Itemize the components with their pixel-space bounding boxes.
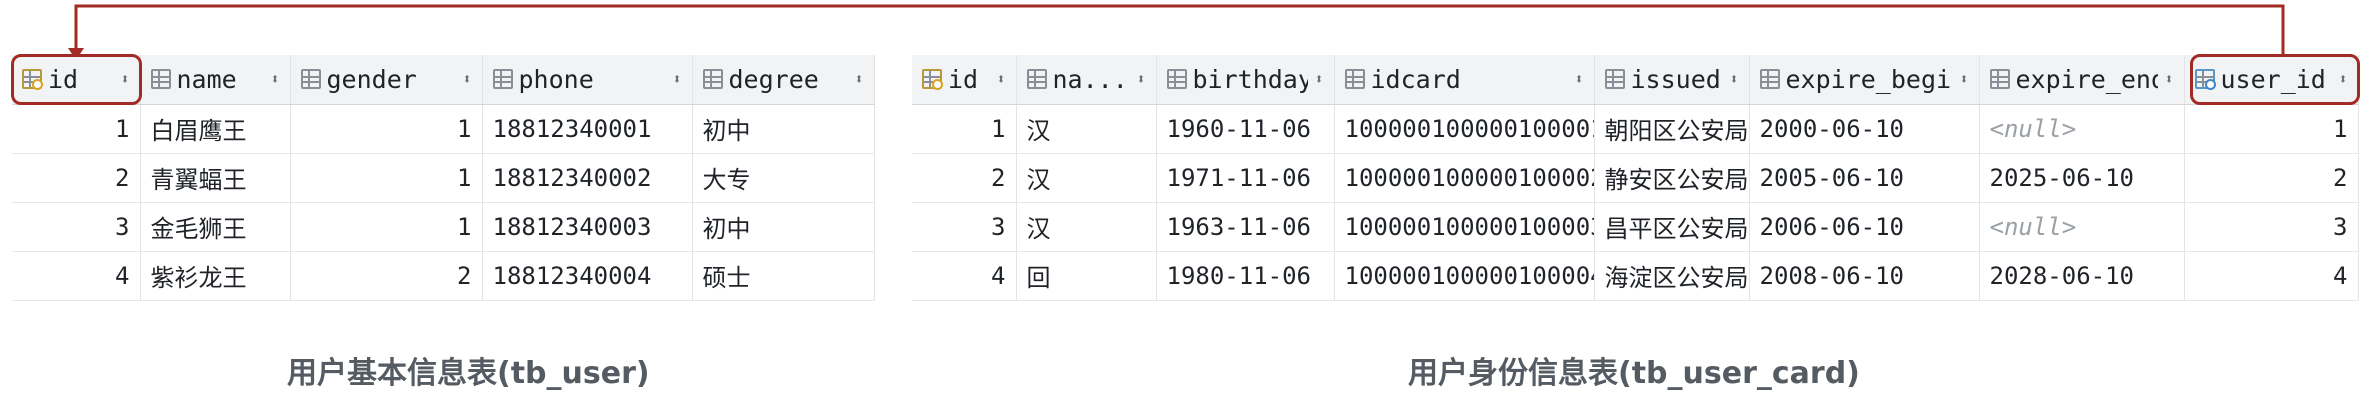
column-icon (1344, 69, 1365, 90)
cell-id[interactable]: 4 (912, 251, 1017, 301)
sort-icon[interactable]: ⬍ (1959, 70, 1968, 88)
column-icon (1989, 69, 2010, 90)
cell-issued[interactable]: 朝阳区公安局 (1594, 104, 1750, 154)
col-header-name[interactable]: name ⬍ (140, 55, 291, 105)
cell-name[interactable]: 金毛狮王 (140, 202, 291, 252)
col-header-phone[interactable]: phone ⬍ (482, 55, 693, 105)
cell-id[interactable]: 3 (12, 202, 141, 252)
sort-icon[interactable]: ⬍ (2164, 70, 2173, 88)
primary-key-highlight (11, 54, 142, 105)
cell-birthday[interactable]: 1980-11-06 (1156, 251, 1335, 301)
col-header-gender[interactable]: gender ⬍ (290, 55, 483, 105)
tb-user-card-grid: id ⬍ na... ⬍ birthday ⬍ idcard ⬍ issued ⬍ exp… (912, 55, 2359, 301)
sort-icon[interactable]: ⬍ (854, 70, 863, 88)
cell-nation[interactable]: 汉 (1016, 202, 1157, 252)
col-header-idcard[interactable]: idcard ⬍ (1334, 55, 1595, 105)
tb-user-caption: 用户基本信息表(tb_user) (287, 356, 650, 391)
cell-expire-end[interactable]: <null> (1979, 202, 2185, 252)
cell-birthday[interactable]: 1960-11-06 (1156, 104, 1335, 154)
cell-user-id[interactable]: 1 (2184, 104, 2359, 154)
sort-icon[interactable]: ⬍ (1314, 70, 1323, 88)
cell-degree[interactable]: 硕士 (692, 251, 875, 301)
cell-expire-begin[interactable]: 2008-06-10 (1749, 251, 1980, 301)
sort-icon[interactable]: ⬍ (462, 70, 471, 88)
table-row[interactable]: 1 白眉鹰王 1 18812340001 初中 (12, 104, 875, 154)
cell-degree[interactable]: 初中 (692, 202, 875, 252)
cell-name[interactable]: 白眉鹰王 (140, 104, 291, 154)
col-header-issued[interactable]: issued ⬍ (1594, 55, 1750, 105)
column-icon (1604, 69, 1625, 90)
sort-icon[interactable]: ⬍ (996, 70, 1005, 88)
col-header-birthday[interactable]: birthday ⬍ (1156, 55, 1335, 105)
cell-gender[interactable]: 1 (290, 202, 483, 252)
cell-id[interactable]: 3 (912, 202, 1017, 252)
cell-user-id[interactable]: 3 (2184, 202, 2359, 252)
cell-nation[interactable]: 汉 (1016, 153, 1157, 203)
cell-phone[interactable]: 18812340001 (482, 104, 693, 154)
cell-id[interactable]: 4 (12, 251, 141, 301)
header-row: id ⬍ na... ⬍ birthday ⬍ idcard ⬍ issued ⬍ exp… (912, 55, 2359, 105)
cell-degree[interactable]: 初中 (692, 104, 875, 154)
column-icon (702, 69, 723, 90)
cell-birthday[interactable]: 1971-11-06 (1156, 153, 1335, 203)
cell-idcard[interactable]: 100000100000100003 (1334, 202, 1595, 252)
cell-name[interactable]: 青翼蝠王 (140, 153, 291, 203)
cell-birthday[interactable]: 1963-11-06 (1156, 202, 1335, 252)
column-icon (150, 69, 171, 90)
cell-expire-end[interactable]: 2028-06-10 (1979, 251, 2185, 301)
column-icon (492, 69, 513, 90)
cell-issued[interactable]: 昌平区公安局 (1594, 202, 1750, 252)
sort-icon[interactable]: ⬍ (672, 70, 681, 88)
cell-gender[interactable]: 1 (290, 153, 483, 203)
col-header-expire-end[interactable]: expire_end ⬍ (1979, 55, 2185, 105)
cell-id[interactable]: 2 (912, 153, 1017, 203)
cell-expire-end[interactable]: <null> (1979, 104, 2185, 154)
cell-phone[interactable]: 18812340003 (482, 202, 693, 252)
table-row[interactable]: 1 汉 1960-11-06 100000100000100001 朝阳区公安局… (912, 104, 2359, 154)
col-header-nation[interactable]: na... ⬍ (1016, 55, 1157, 105)
col-header-expire-begin[interactable]: expire_begin ⬍ (1749, 55, 1980, 105)
table-row[interactable]: 4 回 1980-11-06 100000100000100004 海淀区公安局… (912, 251, 2359, 301)
cell-expire-begin[interactable]: 2000-06-10 (1749, 104, 1980, 154)
cell-idcard[interactable]: 100000100000100004 (1334, 251, 1595, 301)
table-row[interactable]: 3 汉 1963-11-06 100000100000100003 昌平区公安局… (912, 202, 2359, 252)
sort-icon[interactable]: ⬍ (1574, 70, 1583, 88)
cell-idcard[interactable]: 100000100000100001 (1334, 104, 1595, 154)
table-row[interactable]: 4 紫衫龙王 2 18812340004 硕士 (12, 251, 875, 301)
cell-phone[interactable]: 18812340002 (482, 153, 693, 203)
cell-id[interactable]: 1 (12, 104, 141, 154)
cell-idcard[interactable]: 100000100000100002 (1334, 153, 1595, 203)
cell-gender[interactable]: 1 (290, 104, 483, 154)
primary-key-icon (922, 69, 943, 91)
column-icon (1026, 69, 1047, 90)
sort-icon[interactable]: ⬍ (270, 70, 279, 88)
cell-nation[interactable]: 回 (1016, 251, 1157, 301)
cell-nation[interactable]: 汉 (1016, 104, 1157, 154)
table-row[interactable]: 2 汉 1971-11-06 100000100000100002 静安区公安局… (912, 153, 2359, 203)
cell-issued[interactable]: 静安区公安局 (1594, 153, 1750, 203)
cell-id[interactable]: 1 (912, 104, 1017, 154)
column-icon (1759, 69, 1780, 90)
col-header-degree[interactable]: degree ⬍ (692, 55, 875, 105)
col-header-id[interactable]: id ⬍ (912, 55, 1017, 105)
cell-expire-begin[interactable]: 2005-06-10 (1749, 153, 1980, 203)
foreign-key-highlight (2190, 54, 2360, 105)
cell-degree[interactable]: 大专 (692, 153, 875, 203)
cell-gender[interactable]: 2 (290, 251, 483, 301)
tb-user-card-caption: 用户身份信息表(tb_user_card) (1408, 356, 1860, 391)
cell-id[interactable]: 2 (12, 153, 141, 203)
column-icon (300, 69, 321, 90)
cell-user-id[interactable]: 4 (2184, 251, 2359, 301)
sort-icon[interactable]: ⬍ (1729, 70, 1738, 88)
cell-name[interactable]: 紫衫龙王 (140, 251, 291, 301)
table-row[interactable]: 2 青翼蝠王 1 18812340002 大专 (12, 153, 875, 203)
table-row[interactable]: 3 金毛狮王 1 18812340003 初中 (12, 202, 875, 252)
column-icon (1166, 69, 1187, 90)
cell-user-id[interactable]: 2 (2184, 153, 2359, 203)
cell-expire-begin[interactable]: 2006-06-10 (1749, 202, 1980, 252)
cell-expire-end[interactable]: 2025-06-10 (1979, 153, 2185, 203)
cell-phone[interactable]: 18812340004 (482, 251, 693, 301)
sort-icon[interactable]: ⬍ (1136, 70, 1145, 88)
cell-issued[interactable]: 海淀区公安局 (1594, 251, 1750, 301)
